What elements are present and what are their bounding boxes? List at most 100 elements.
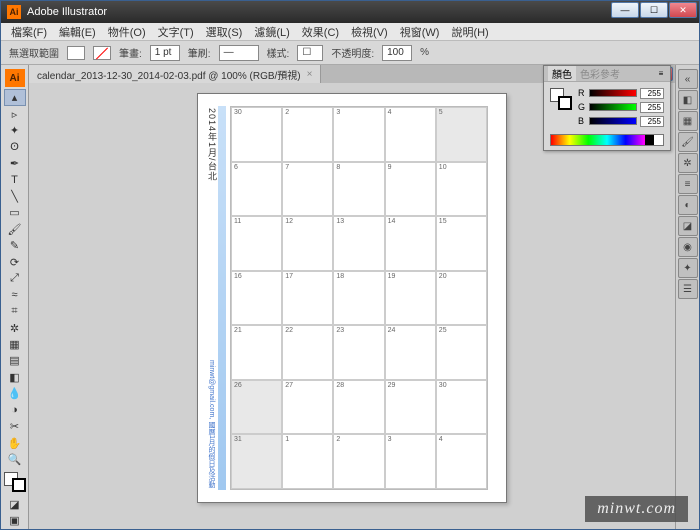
calendar-cell-number: 28 xyxy=(336,382,344,389)
menu-view[interactable]: 檢視(V) xyxy=(345,24,394,40)
rectangle-tool[interactable]: ▭ xyxy=(4,205,26,221)
calendar-cell-number: 17 xyxy=(285,273,293,280)
calendar-cell: 27 xyxy=(282,380,333,435)
close-button[interactable]: ✕ xyxy=(669,2,697,18)
panel-menu-icon[interactable]: ≡ xyxy=(656,69,666,79)
rotate-tool[interactable]: ⟳ xyxy=(4,254,26,270)
mesh-tool[interactable]: ▤ xyxy=(4,353,26,369)
document-close-icon[interactable]: × xyxy=(307,69,313,80)
calendar-cell-number: 26 xyxy=(234,382,242,389)
calendar-cell: 24 xyxy=(385,325,436,380)
red-slider[interactable] xyxy=(589,89,637,97)
brush-field[interactable]: — xyxy=(219,45,259,61)
selection-tool[interactable]: ▴ xyxy=(4,89,26,106)
symbol-sprayer-tool[interactable]: ✲ xyxy=(4,320,26,336)
panel-gradient-icon[interactable]: ◐ xyxy=(678,195,698,215)
document-tab[interactable]: calendar_2013-12-30_2014-02-03.pdf @ 100… xyxy=(29,65,321,83)
paintbrush-tool[interactable]: 🖌 xyxy=(4,221,26,237)
menu-window[interactable]: 視窗(W) xyxy=(394,24,446,40)
gradient-tool[interactable]: ◧ xyxy=(4,369,26,385)
control-bar: 無選取範圍 筆畫: 1 pt 筆刷: — 樣式: ☐ 不透明度: 100 % xyxy=(1,41,699,65)
panel-layers-icon[interactable]: ☰ xyxy=(678,279,698,299)
menu-select[interactable]: 選取(S) xyxy=(200,24,249,40)
stroke-color[interactable] xyxy=(12,478,26,492)
blend-tool[interactable]: ◑ xyxy=(4,402,26,418)
menu-type[interactable]: 文字(T) xyxy=(152,24,200,40)
magic-wand-tool[interactable]: ✦ xyxy=(4,122,26,138)
menu-filter[interactable]: 濾鏡(L) xyxy=(248,24,295,40)
titlebar[interactable]: Ai Adobe Illustrator xyxy=(1,1,699,23)
color-mode-toggle[interactable]: ◪ xyxy=(4,496,26,512)
type-tool[interactable]: T xyxy=(4,172,26,188)
menu-effect[interactable]: 效果(C) xyxy=(296,24,345,40)
panel-symbols-icon[interactable]: ✲ xyxy=(678,153,698,173)
stroke-swatch[interactable] xyxy=(93,46,111,60)
dock-expand-icon[interactable]: « xyxy=(678,69,698,89)
calendar-cell: 14 xyxy=(385,216,436,271)
free-transform-tool[interactable]: ⌗ xyxy=(4,303,26,319)
panel-color-icon[interactable]: ◧ xyxy=(678,90,698,110)
screen-mode-toggle[interactable]: ▣ xyxy=(4,512,26,528)
panel-brushes-icon[interactable]: 🖌 xyxy=(678,132,698,152)
pencil-tool[interactable]: ✎ xyxy=(4,238,26,254)
pen-tool[interactable]: ✒ xyxy=(4,155,26,171)
graph-tool[interactable]: ▦ xyxy=(4,336,26,352)
calendar-cell: 1 xyxy=(282,434,333,489)
lasso-tool[interactable]: ʘ xyxy=(4,139,26,155)
calendar-cell: 3 xyxy=(333,107,384,162)
hand-tool[interactable]: ✋ xyxy=(4,435,26,451)
menu-help[interactable]: 說明(H) xyxy=(445,24,494,40)
green-label: G xyxy=(578,102,586,112)
direct-selection-tool[interactable]: ▹ xyxy=(4,106,26,122)
panel-appearance-icon[interactable]: ◉ xyxy=(678,237,698,257)
zoom-tool[interactable]: 🔍 xyxy=(4,451,26,467)
color-tab[interactable]: 顏色 xyxy=(548,66,576,81)
fill-swatch[interactable] xyxy=(67,46,85,60)
blue-label: B xyxy=(578,116,586,126)
calendar-cell-number: 24 xyxy=(388,327,396,334)
calendar-cell: 17 xyxy=(282,271,333,326)
color-panel[interactable]: 顏色 色彩參考 ≡ R 255 G 255 xyxy=(543,65,671,151)
panel-stroke-swatch[interactable] xyxy=(558,96,572,110)
panel-fill-stroke[interactable] xyxy=(550,88,572,110)
panel-stroke-icon[interactable]: ≡ xyxy=(678,174,698,194)
calendar-cell: 26 xyxy=(231,380,282,435)
maximize-button[interactable]: ☐ xyxy=(640,2,668,18)
calendar-cell-number: 9 xyxy=(388,164,392,171)
menu-file[interactable]: 檔案(F) xyxy=(5,24,53,40)
green-value[interactable]: 255 xyxy=(640,102,664,113)
blue-value[interactable]: 255 xyxy=(640,116,664,127)
panel-transparency-icon[interactable]: ◪ xyxy=(678,216,698,236)
calendar-cell: 13 xyxy=(333,216,384,271)
calendar-cell: 11 xyxy=(231,216,282,271)
calendar-cell-number: 2 xyxy=(336,436,340,443)
green-slider[interactable] xyxy=(589,103,637,111)
scale-tool[interactable]: ⤢ xyxy=(4,270,26,286)
calendar-cell: 3 xyxy=(385,434,436,489)
slice-tool[interactable]: ✂ xyxy=(4,419,26,435)
fill-stroke-indicator[interactable] xyxy=(4,472,26,492)
line-tool[interactable]: ╲ xyxy=(4,188,26,204)
red-value[interactable]: 255 xyxy=(640,88,664,99)
menu-edit[interactable]: 編輯(E) xyxy=(53,24,102,40)
color-panel-header[interactable]: 顏色 色彩參考 ≡ xyxy=(544,66,670,82)
menu-object[interactable]: 物件(O) xyxy=(102,24,152,40)
panel-swatches-icon[interactable]: ▦ xyxy=(678,111,698,131)
minimize-button[interactable]: — xyxy=(611,2,639,18)
calendar-cell: 23 xyxy=(333,325,384,380)
warp-tool[interactable]: ≈ xyxy=(4,287,26,303)
calendar-cell-number: 25 xyxy=(439,327,447,334)
color-guide-tab[interactable]: 色彩參考 xyxy=(576,66,624,81)
eyedropper-tool[interactable]: 💧 xyxy=(4,386,26,402)
calendar-cell-number: 27 xyxy=(285,382,293,389)
blue-slider[interactable] xyxy=(589,117,637,125)
opacity-field[interactable]: 100 xyxy=(382,45,412,61)
artboard[interactable]: 2014年1月/台北 minwt@gmail.com, 國曆1月的假日及活動 3… xyxy=(29,85,675,529)
calendar-cell: 18 xyxy=(333,271,384,326)
calendar-cell-number: 31 xyxy=(234,436,242,443)
spectrum-bar[interactable] xyxy=(550,134,664,146)
opacity-unit: % xyxy=(420,47,429,58)
stroke-weight-field[interactable]: 1 pt xyxy=(150,45,180,61)
panel-graphic-styles-icon[interactable]: ✦ xyxy=(678,258,698,278)
style-field[interactable]: ☐ xyxy=(297,45,323,61)
